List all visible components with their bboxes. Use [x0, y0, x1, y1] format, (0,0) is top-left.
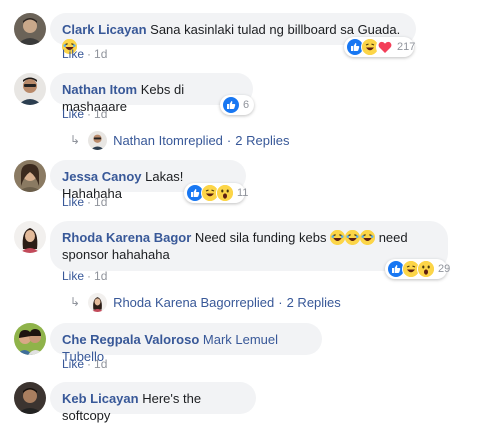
avatar[interactable] — [14, 160, 46, 192]
separator-dot: · — [87, 357, 92, 371]
reply-arrow-icon: ↳ — [70, 133, 81, 147]
separator-dot: · — [278, 294, 283, 310]
like-link[interactable]: Like — [62, 47, 84, 61]
comment-actions: Like · 1d — [62, 195, 107, 209]
comment-author[interactable]: Keb Licayan — [62, 391, 139, 406]
love-reaction-icon — [376, 38, 394, 56]
separator-dot: · — [87, 47, 92, 61]
comment-bubble: Che Regpala Valoroso Mark Lemuel Tubello — [50, 323, 322, 364]
comment-actions: Like · 1d — [62, 357, 107, 371]
avatar[interactable] — [14, 382, 46, 414]
replier-name: Nathan Itom — [113, 132, 184, 148]
avatar[interactable] — [14, 13, 46, 45]
comment-author[interactable]: Nathan Itom — [62, 82, 137, 97]
laughing-emoji-icon — [345, 230, 361, 245]
comment-author[interactable]: Che Regpala Valoroso — [62, 332, 199, 347]
replies-count: 2 Replies — [235, 132, 290, 148]
comment-text: Need sila funding kebs — [191, 230, 331, 245]
replier-name: Rhoda Karena Bagor — [113, 294, 236, 310]
like-link[interactable]: Like — [62, 357, 84, 371]
avatar — [88, 130, 108, 150]
comment-actions: Like · 1d — [62, 47, 107, 61]
separator-dot: · — [87, 195, 92, 209]
comment-text: sponsor hahahaha — [62, 247, 170, 262]
reply-arrow-icon: ↳ — [70, 295, 81, 309]
wow-reaction-icon — [216, 184, 234, 202]
like-reaction-icon — [222, 96, 240, 114]
like-link[interactable]: Like — [62, 107, 84, 121]
avatar — [88, 292, 108, 312]
like-link[interactable]: Like — [62, 269, 84, 283]
reaction-count[interactable]: 217 — [397, 41, 415, 53]
view-replies-link[interactable]: ↳ Rhoda Karena Bagor replied · 2 Replies — [70, 292, 341, 312]
separator-dot: · — [87, 107, 92, 121]
reaction-summary[interactable]: 6 — [220, 95, 254, 115]
replies-count: 2 Replies — [286, 294, 341, 310]
timestamp[interactable]: 1d — [94, 47, 107, 61]
wow-reaction-icon — [417, 260, 435, 278]
avatar[interactable] — [14, 323, 46, 355]
replied-text: replied — [235, 294, 275, 310]
comment-actions: Like · 1d — [62, 269, 107, 283]
comment-author[interactable]: Jessa Canoy — [62, 169, 142, 184]
comment-text: Sana kasinlaki tulad ng billboard sa Gua… — [146, 22, 401, 37]
avatar[interactable] — [14, 221, 46, 253]
reaction-count[interactable]: 6 — [243, 99, 249, 111]
comment-bubble: Keb Licayan Here's the softcopy — [50, 382, 256, 423]
view-replies-link[interactable]: ↳ Nathan Itom replied · 2 Replies — [70, 130, 289, 150]
comment-actions: Like · 1d — [62, 107, 107, 121]
timestamp[interactable]: 1d — [94, 357, 107, 371]
comment-author[interactable]: Rhoda Karena Bagor — [62, 230, 191, 245]
reaction-count[interactable]: 29 — [438, 263, 450, 275]
separator-dot: · — [226, 132, 232, 148]
reaction-summary[interactable]: 11 — [184, 183, 248, 203]
replied-text: replied — [183, 132, 223, 148]
laughing-emoji-icon — [360, 230, 376, 245]
separator-dot: · — [87, 269, 92, 283]
comment-text: need — [375, 230, 408, 245]
like-link[interactable]: Like — [62, 195, 84, 209]
timestamp[interactable]: 1d — [94, 269, 107, 283]
reaction-summary[interactable]: 217 — [344, 37, 415, 57]
timestamp[interactable]: 1d — [94, 107, 107, 121]
reaction-count[interactable]: 11 — [237, 187, 248, 199]
reaction-summary[interactable]: 29 — [385, 259, 450, 279]
avatar[interactable] — [14, 73, 46, 105]
timestamp[interactable]: 1d — [94, 195, 107, 209]
comment-author[interactable]: Clark Licayan — [62, 22, 147, 37]
laughing-emoji-icon — [330, 230, 346, 245]
